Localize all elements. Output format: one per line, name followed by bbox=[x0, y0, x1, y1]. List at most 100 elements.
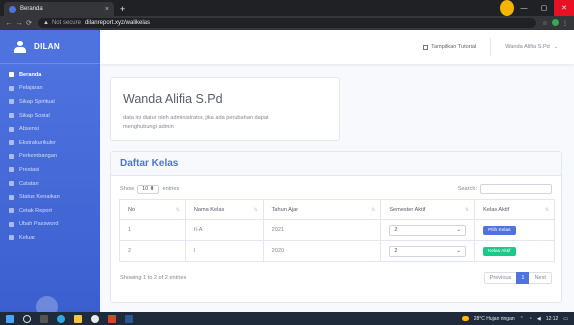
cell-tahun-ajar: 2021 bbox=[262, 219, 382, 241]
column-header-semester-aktif[interactable]: Semester Aktif ⇅ bbox=[380, 199, 476, 220]
powerpoint-icon[interactable] bbox=[108, 314, 116, 323]
browser-tab[interactable]: Beranda × bbox=[4, 2, 114, 16]
cell-no: 2 bbox=[119, 240, 186, 262]
profile-note: data ini diatur oleh administrator, jika… bbox=[123, 115, 269, 130]
forward-icon[interactable]: → bbox=[14, 20, 24, 27]
extension-icon[interactable] bbox=[550, 18, 560, 28]
profile-name: Wanda Alifia S.Pd bbox=[123, 92, 223, 106]
tab-close-icon[interactable]: × bbox=[105, 6, 109, 13]
semester-select[interactable]: 2 ⌄ bbox=[389, 224, 467, 236]
sidebar-item-perkembangan[interactable]: Perkembangan bbox=[0, 150, 100, 164]
clock[interactable]: 12:12 bbox=[546, 316, 559, 322]
column-header-no[interactable]: No ⇅ bbox=[119, 199, 186, 220]
column-header-kelas-aktif[interactable]: Kelas Aktif ⇅ bbox=[474, 199, 555, 220]
back-icon[interactable]: ← bbox=[4, 20, 14, 27]
url-field[interactable]: ▲ Not secure dilanreport.xyz/walikelas bbox=[38, 18, 536, 28]
network-icon[interactable]: ◔ bbox=[529, 316, 532, 322]
sidebar-item-ekstrakurikuler[interactable]: Ekstrakurikuler bbox=[0, 136, 100, 150]
chrome-icon[interactable] bbox=[91, 314, 99, 323]
url-text: dilanreport.xyz/walikelas bbox=[84, 20, 150, 26]
minimize-icon[interactable]: — bbox=[514, 0, 534, 16]
profile-icon[interactable] bbox=[500, 0, 514, 16]
pagination: Previous 1 Next bbox=[483, 272, 552, 284]
table-controls: Show 10 ⬍ entries Search: bbox=[111, 179, 561, 199]
sidebar-item-sikap-spiritual[interactable]: Sikap Spiritual bbox=[0, 95, 100, 109]
chevron-down-icon: ⌄ bbox=[456, 248, 462, 254]
search-control: Search: bbox=[458, 184, 552, 194]
cell-no: 1 bbox=[119, 219, 186, 241]
tray-chevron-icon[interactable]: ⌃ bbox=[520, 316, 524, 322]
sidebar-item-pelajaran[interactable]: Pelajaran bbox=[0, 82, 100, 96]
sidebar-item-sikap-sosial[interactable]: Sikap Sosial bbox=[0, 109, 100, 123]
topbar: Tampilkan Tutorial Wanda Alifia S.Pd ⌄ bbox=[100, 30, 574, 64]
search-icon[interactable] bbox=[23, 314, 31, 323]
kelas-aktif-button[interactable]: Kelas Aktif bbox=[483, 246, 516, 256]
sidebar-item-catatan[interactable]: Catatan bbox=[0, 177, 100, 191]
window-controls: — ▢ ✕ bbox=[500, 0, 574, 16]
table-row: 1 II-A 2021 2 ⌄ Pilih Kelas bbox=[119, 219, 555, 241]
table-footer: Showing 1 to 2 of 2 entries Previous 1 N… bbox=[111, 272, 561, 284]
pagination-next[interactable]: Next bbox=[529, 272, 551, 284]
table-header-row: No ⇅ Nama Kelas ⇅ Tahun Ajar ⇅ Semester Akt… bbox=[119, 199, 555, 220]
word-icon[interactable] bbox=[125, 314, 133, 323]
column-header-nama-kelas[interactable]: Nama Kelas ⇅ bbox=[184, 199, 264, 220]
star-icon bbox=[9, 140, 14, 146]
user-dropdown[interactable]: Wanda Alifia S.Pd ⌄ bbox=[505, 44, 558, 50]
pilih-kelas-button[interactable]: Pilih Kelas bbox=[483, 225, 516, 235]
edge-icon[interactable] bbox=[57, 314, 65, 323]
bookmark-star-icon[interactable]: ☆ bbox=[540, 20, 550, 27]
sidebar-item-ubah-password[interactable]: Ubah Password bbox=[0, 218, 100, 232]
sidebar-item-absensi[interactable]: Absensi bbox=[0, 122, 100, 136]
new-tab-button[interactable]: + bbox=[120, 2, 125, 16]
browser-menu-icon[interactable]: ⋮ bbox=[560, 20, 570, 27]
column-header-tahun-ajar[interactable]: Tahun Ajar ⇅ bbox=[262, 199, 382, 220]
taskbar: 28°C Hujan ringan ⌃ ◔ ◀ 12:12 ▭ bbox=[0, 312, 574, 325]
security-label: Not secure bbox=[51, 20, 81, 26]
browser-tab-strip: Beranda × + — ▢ ✕ bbox=[0, 0, 574, 16]
cell-semester: 2 ⌄ bbox=[380, 240, 476, 262]
weather-text[interactable]: 28°C Hujan ringan bbox=[474, 316, 515, 322]
sidebar-item-status-kenaikan[interactable]: Status Kenaikan bbox=[0, 190, 100, 204]
file-explorer-icon[interactable] bbox=[74, 314, 82, 323]
window-close-icon[interactable]: ✕ bbox=[554, 0, 574, 16]
sidebar-item-beranda[interactable]: Beranda bbox=[0, 68, 100, 82]
notification-icon[interactable]: ▭ bbox=[563, 316, 568, 322]
chevron-down-icon: ⌄ bbox=[456, 227, 462, 233]
chevron-down-icon: ⌄ bbox=[553, 44, 558, 50]
maximize-icon[interactable]: ▢ bbox=[534, 0, 554, 16]
table-row: 2 I 2020 2 ⌄ Kelas Aktif bbox=[119, 240, 555, 262]
pagination-previous[interactable]: Previous bbox=[485, 272, 517, 284]
tutorial-checkbox[interactable] bbox=[423, 44, 429, 50]
entries-select[interactable]: 10 ⬍ bbox=[137, 184, 160, 194]
class-list-title: Daftar Kelas bbox=[111, 152, 561, 176]
profile-card: Wanda Alifia S.Pd data ini diatur oleh a… bbox=[110, 77, 340, 141]
warning-icon: ▲ bbox=[43, 20, 49, 26]
home-icon bbox=[9, 72, 14, 78]
tab-title: Beranda bbox=[20, 6, 43, 12]
file-icon bbox=[9, 153, 14, 159]
semester-select[interactable]: 2 ⌄ bbox=[389, 245, 467, 257]
reload-icon[interactable]: ⟳ bbox=[24, 19, 34, 27]
brand-name: DILAN bbox=[34, 42, 60, 51]
user-name: Wanda Alifia S.Pd bbox=[505, 44, 550, 50]
task-view-icon[interactable] bbox=[40, 314, 48, 323]
logout-icon bbox=[9, 235, 14, 241]
address-bar-row: ← → ⟳ ▲ Not secure dilanreport.xyz/walik… bbox=[0, 16, 574, 30]
table-icon bbox=[9, 113, 14, 119]
tutorial-toggle[interactable]: Tampilkan Tutorial bbox=[423, 44, 476, 50]
user-logo-icon bbox=[14, 40, 26, 53]
sidebar-item-cetak-report[interactable]: Cetak Report bbox=[0, 204, 100, 218]
class-table: No ⇅ Nama Kelas ⇅ Tahun Ajar ⇅ Semester Akt… bbox=[119, 199, 555, 262]
table-icon bbox=[9, 208, 14, 214]
sidebar-item-prestasi[interactable]: Prestasi bbox=[0, 163, 100, 177]
copy-icon bbox=[9, 194, 14, 200]
sidebar-brand[interactable]: DILAN bbox=[0, 30, 100, 64]
pagination-page-1[interactable]: 1 bbox=[516, 272, 530, 284]
table-info: Showing 1 to 2 of 2 entries bbox=[120, 275, 187, 281]
windows-start-icon[interactable] bbox=[6, 314, 14, 323]
search-input[interactable] bbox=[480, 184, 552, 194]
favicon-icon bbox=[9, 5, 16, 13]
sidebar-item-keluar[interactable]: Keluar bbox=[0, 231, 100, 245]
volume-icon[interactable]: ◀ bbox=[537, 316, 541, 322]
table-icon bbox=[9, 126, 14, 132]
